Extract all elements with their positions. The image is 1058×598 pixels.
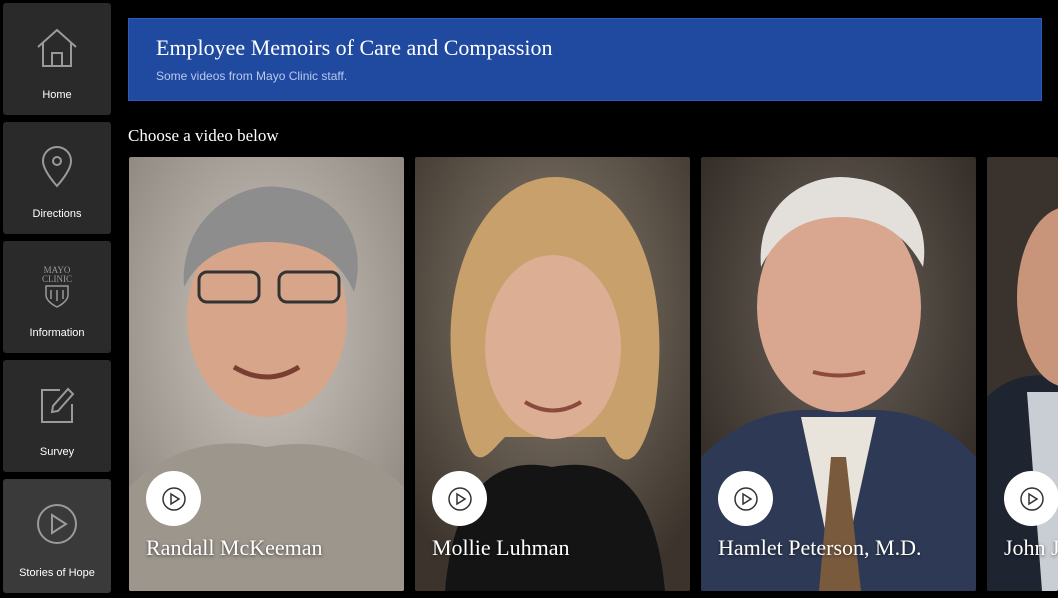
- video-title: Hamlet Peterson, M.D.: [718, 535, 922, 560]
- sidebar-item-label: Information: [29, 327, 85, 339]
- page-subtitle: Some videos from Mayo Clinic staff.: [156, 69, 348, 83]
- sidebar-item-home[interactable]: Home: [3, 3, 111, 115]
- play-button[interactable]: [146, 471, 201, 526]
- mayo-clinic-logo: MAYO CLINIC: [42, 265, 72, 308]
- play-circle-icon: [37, 504, 77, 544]
- sidebar-item-stories-of-hope[interactable]: Stories of Hope: [3, 479, 111, 593]
- play-icon: [447, 486, 472, 511]
- play-icon: [161, 486, 186, 511]
- sidebar-item-information[interactable]: MAYO CLINIC Information: [3, 241, 111, 353]
- video-card-john[interactable]: John J: [987, 157, 1058, 591]
- home-icon: [37, 28, 77, 67]
- play-icon: [733, 486, 758, 511]
- sidebar-item-label: Survey: [39, 446, 75, 458]
- sidebar-item-directions[interactable]: Directions: [3, 122, 111, 234]
- page-title: Employee Memoirs of Care and Compassion: [156, 35, 553, 60]
- video-title: Mollie Luhman: [432, 535, 570, 560]
- video-card-hamlet-peterson[interactable]: Hamlet Peterson, M.D.: [701, 157, 976, 591]
- logo-text-clinic: CLINIC: [42, 274, 72, 284]
- section-heading: Choose a video below: [128, 126, 279, 145]
- sidebar-item-label: Directions: [32, 208, 82, 220]
- sidebar-item-label: Stories of Hope: [19, 567, 95, 579]
- video-title: Randall McKeeman: [146, 535, 323, 560]
- edit-icon: [41, 387, 75, 423]
- play-button[interactable]: [432, 471, 487, 526]
- location-pin-icon: [41, 146, 73, 188]
- play-button[interactable]: [718, 471, 773, 526]
- video-card-randall-mckeeman[interactable]: Randall McKeeman: [129, 157, 404, 591]
- play-icon: [1019, 486, 1044, 511]
- video-title: John J: [1004, 535, 1058, 560]
- play-button[interactable]: [1004, 471, 1058, 526]
- header-banner: Employee Memoirs of Care and Compassion …: [128, 18, 1042, 101]
- portrait-image: [987, 157, 1058, 591]
- video-card-mollie-luhman[interactable]: Mollie Luhman: [415, 157, 690, 591]
- sidebar-item-survey[interactable]: Survey: [3, 360, 111, 472]
- sidebar-item-label: Home: [42, 89, 72, 101]
- sidebar: Home Directions MAYO CLINIC Information …: [0, 0, 114, 598]
